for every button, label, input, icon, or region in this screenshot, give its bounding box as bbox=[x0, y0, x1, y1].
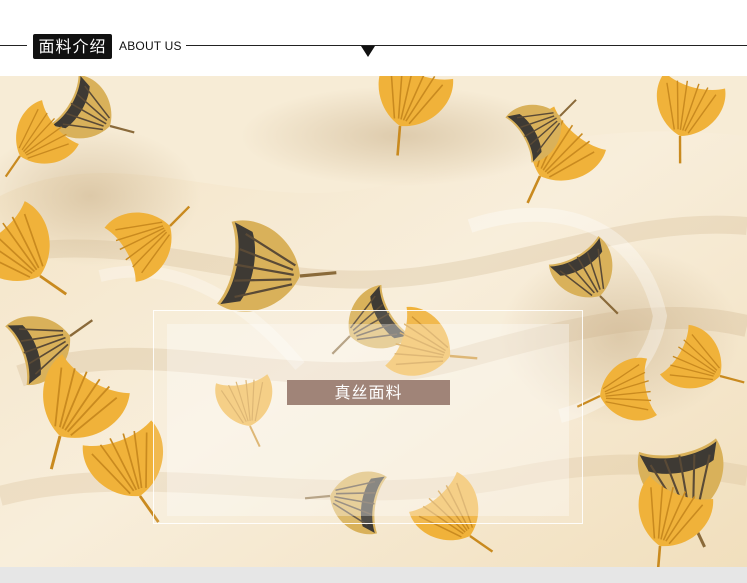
bottom-divider-strip bbox=[0, 567, 747, 583]
section-title-english: ABOUT US bbox=[119, 39, 182, 53]
header-divider-right bbox=[186, 45, 747, 46]
fabric-type-label: 真丝面料 bbox=[287, 380, 450, 405]
header-divider-left bbox=[0, 45, 27, 46]
header-faded-text bbox=[0, 10, 747, 29]
down-triangle-icon bbox=[361, 46, 375, 57]
section-title-badge: 面料介绍 bbox=[33, 34, 112, 59]
label-frame-inner bbox=[167, 324, 569, 516]
